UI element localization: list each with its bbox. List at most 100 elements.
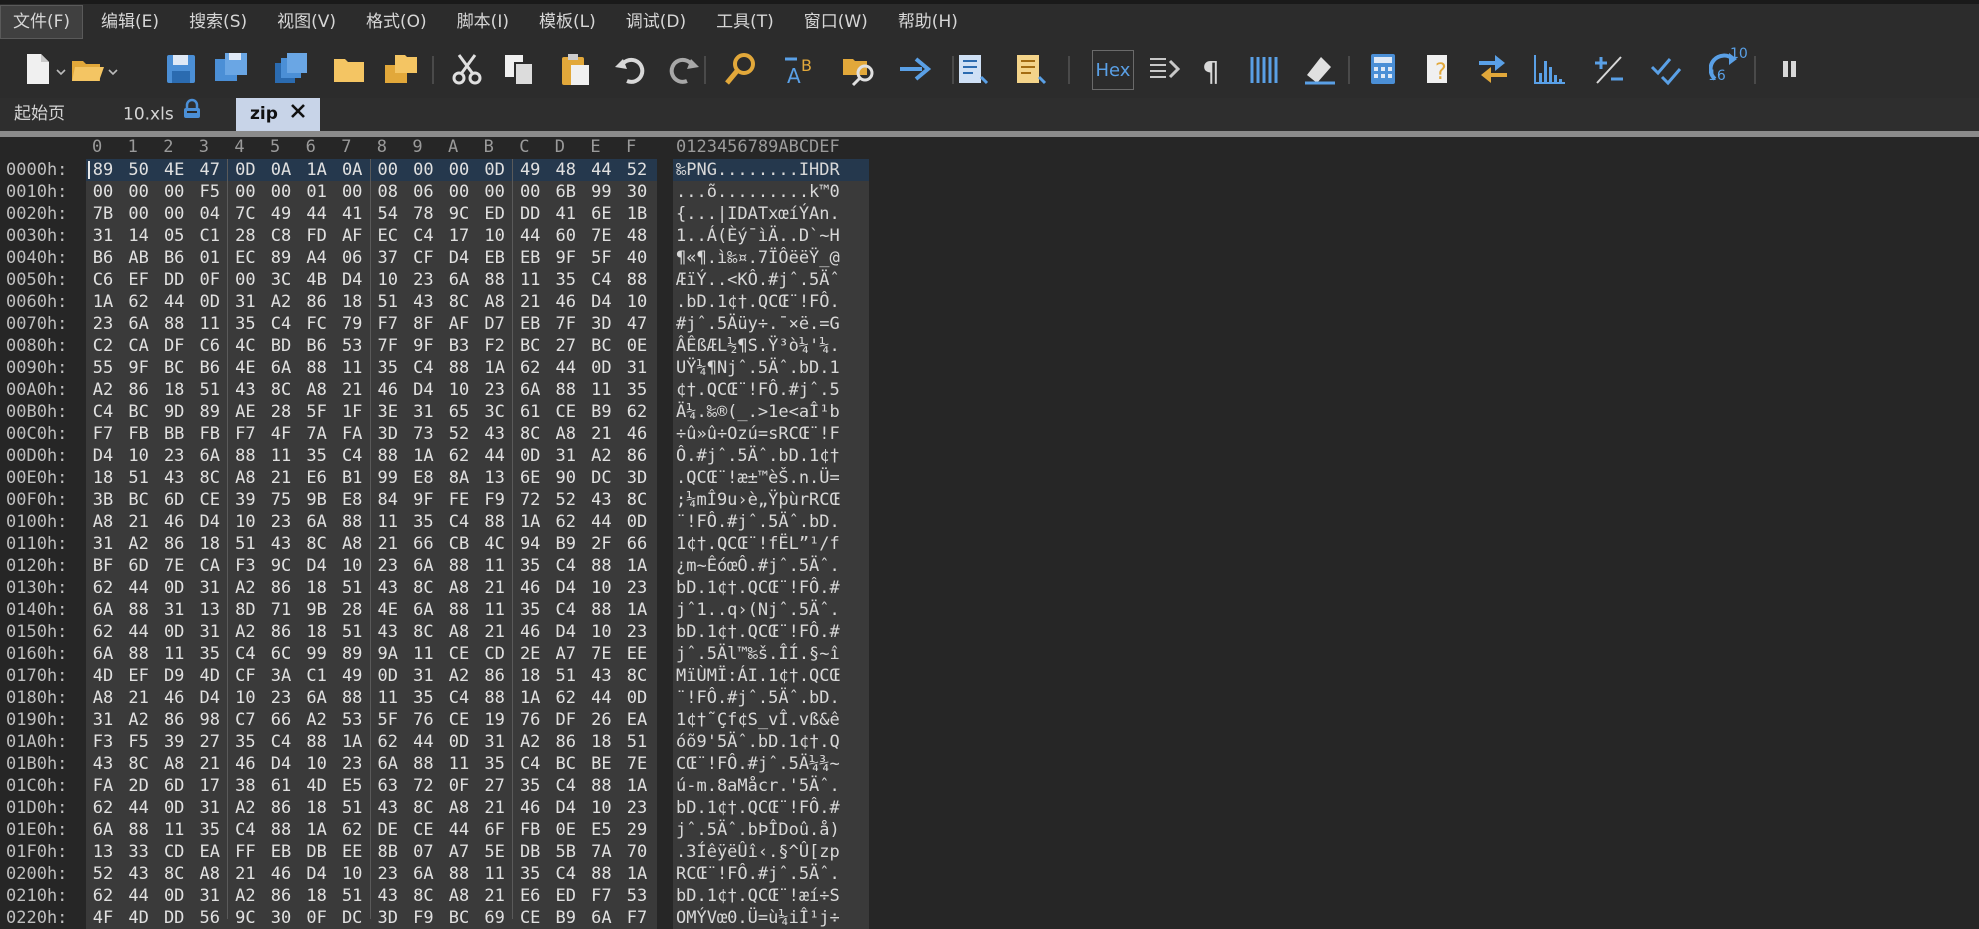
hex-byte[interactable]: 89 <box>86 159 120 181</box>
hex-byte[interactable]: 76 <box>406 709 440 731</box>
new-file-dropdown-icon[interactable] <box>56 62 66 76</box>
hex-byte[interactable]: 88 <box>442 863 476 885</box>
ascii-text[interactable]: ÷û»û÷Ozú=sRCŒ¨!F <box>676 423 872 445</box>
menu-item-1[interactable]: 编辑(E) <box>89 6 171 38</box>
hex-byte[interactable]: EF <box>122 665 156 687</box>
hex-byte[interactable]: 62 <box>122 291 156 313</box>
hex-byte[interactable]: 8C <box>193 467 227 489</box>
hex-byte[interactable]: 88 <box>584 599 618 621</box>
hex-byte[interactable]: 13 <box>86 841 120 863</box>
hex-byte[interactable]: 35 <box>228 313 262 335</box>
hex-byte[interactable]: 43 <box>371 621 405 643</box>
hex-byte[interactable]: C4 <box>86 401 120 423</box>
hex-byte[interactable]: 62 <box>371 731 405 753</box>
hex-byte[interactable]: 23 <box>406 269 440 291</box>
hex-byte[interactable]: 3D <box>584 313 618 335</box>
hex-byte[interactable]: 00 <box>442 181 476 203</box>
hex-byte[interactable]: 31 <box>193 621 227 643</box>
hex-byte[interactable]: 11 <box>406 643 440 665</box>
hex-byte[interactable]: 8C <box>442 291 476 313</box>
hex-byte[interactable]: 21 <box>122 687 156 709</box>
hex-byte[interactable]: 7A <box>584 841 618 863</box>
hex-byte[interactable]: 6A <box>513 379 547 401</box>
hex-byte[interactable]: 66 <box>264 709 298 731</box>
save-as-icon[interactable] <box>212 50 250 88</box>
hex-byte[interactable]: 27 <box>193 731 227 753</box>
hex-byte[interactable]: 07 <box>406 841 440 863</box>
hex-byte[interactable]: 62 <box>86 797 120 819</box>
ascii-text[interactable]: bD.1¢†.QCŒ¨!æí÷S <box>676 885 872 907</box>
hex-byte[interactable]: BC <box>122 489 156 511</box>
hex-byte[interactable]: 11 <box>371 687 405 709</box>
ascii-text[interactable]: #jˆ.5Äüy÷.¯×ë.=G <box>676 313 872 335</box>
hex-byte[interactable]: 21 <box>478 621 512 643</box>
hex-byte[interactable]: C4 <box>442 687 476 709</box>
hex-byte[interactable]: 23 <box>335 753 369 775</box>
hex-byte[interactable]: 61 <box>513 401 547 423</box>
hex-byte[interactable]: 11 <box>584 379 618 401</box>
hex-byte[interactable]: DB <box>513 841 547 863</box>
hex-byte[interactable]: 23 <box>86 313 120 335</box>
ascii-text[interactable]: {...|IDATxœíÝAn. <box>676 203 872 225</box>
hex-byte[interactable]: 21 <box>193 753 227 775</box>
hex-byte[interactable]: 7E <box>584 225 618 247</box>
hex-byte[interactable]: E5 <box>335 775 369 797</box>
hex-byte[interactable]: 35 <box>371 357 405 379</box>
hex-byte[interactable]: 38 <box>228 775 262 797</box>
hex-byte[interactable]: 46 <box>228 753 262 775</box>
hex-byte[interactable]: EE <box>335 841 369 863</box>
hex-byte[interactable]: A2 <box>264 291 298 313</box>
hex-byte[interactable]: 00 <box>228 181 262 203</box>
hex-byte[interactable]: 46 <box>264 863 298 885</box>
hex-byte[interactable]: 0A <box>335 159 369 181</box>
hex-byte[interactable]: F5 <box>122 731 156 753</box>
hex-byte[interactable]: 62 <box>442 445 476 467</box>
hex-byte[interactable]: C4 <box>406 225 440 247</box>
hex-byte[interactable]: 1A <box>335 731 369 753</box>
hex-byte[interactable]: 23 <box>620 621 654 643</box>
ascii-text[interactable]: óõ9'5Äˆ.bD.1¢†.Q <box>676 731 872 753</box>
hex-byte[interactable]: F2 <box>478 335 512 357</box>
hex-byte[interactable]: 52 <box>442 423 476 445</box>
hex-byte[interactable]: 88 <box>620 269 654 291</box>
hex-byte[interactable]: A8 <box>157 753 191 775</box>
hex-byte[interactable]: 86 <box>264 577 298 599</box>
hex-byte[interactable]: 55 <box>86 357 120 379</box>
hex-byte[interactable]: A8 <box>442 621 476 643</box>
hex-byte[interactable]: A8 <box>86 511 120 533</box>
hex-byte[interactable]: 1A <box>513 511 547 533</box>
hex-byte[interactable]: 10 <box>335 863 369 885</box>
hex-byte[interactable]: 47 <box>620 313 654 335</box>
hex-byte[interactable]: AF <box>335 225 369 247</box>
new-file-icon[interactable] <box>18 50 56 88</box>
hex-byte[interactable]: C4 <box>228 819 262 841</box>
hex-byte[interactable]: 8C <box>620 489 654 511</box>
hex-byte[interactable]: 43 <box>371 797 405 819</box>
hex-byte[interactable]: 62 <box>86 621 120 643</box>
hex-byte[interactable]: F9 <box>406 907 440 929</box>
hex-byte[interactable]: D4 <box>193 511 227 533</box>
hex-byte[interactable]: 43 <box>584 665 618 687</box>
hex-byte[interactable]: ED <box>549 885 583 907</box>
hex-byte[interactable]: 52 <box>549 489 583 511</box>
hex-byte[interactable]: 62 <box>620 401 654 423</box>
hex-byte[interactable]: 28 <box>335 599 369 621</box>
hex-byte[interactable]: DC <box>335 907 369 929</box>
ascii-text[interactable]: CŒ¨!FÔ.#jˆ.5Ä¼¾~ <box>676 753 872 775</box>
ascii-text[interactable]: MïÙMÏ:ÁI.1¢†.QCŒ <box>676 665 872 687</box>
hex-byte[interactable]: 1A <box>478 357 512 379</box>
hex-byte[interactable]: 8D <box>228 599 262 621</box>
hex-byte[interactable]: 0D <box>513 445 547 467</box>
save-all-icon[interactable] <box>272 50 310 88</box>
hex-byte[interactable]: C4 <box>549 775 583 797</box>
hex-byte[interactable]: C4 <box>228 643 262 665</box>
hex-byte[interactable]: 8C <box>406 577 440 599</box>
hex-byte[interactable]: 9C <box>264 555 298 577</box>
hex-byte[interactable]: 23 <box>371 863 405 885</box>
ascii-text[interactable]: 1¢†˜Çf¢S_vÎ.vß&ê <box>676 709 872 731</box>
hex-byte[interactable]: 0D <box>620 511 654 533</box>
histogram-icon[interactable] <box>1530 50 1568 88</box>
hex-byte[interactable]: 44 <box>513 225 547 247</box>
hex-byte[interactable]: 6A <box>86 643 120 665</box>
hex-byte[interactable]: 4E <box>157 159 191 181</box>
